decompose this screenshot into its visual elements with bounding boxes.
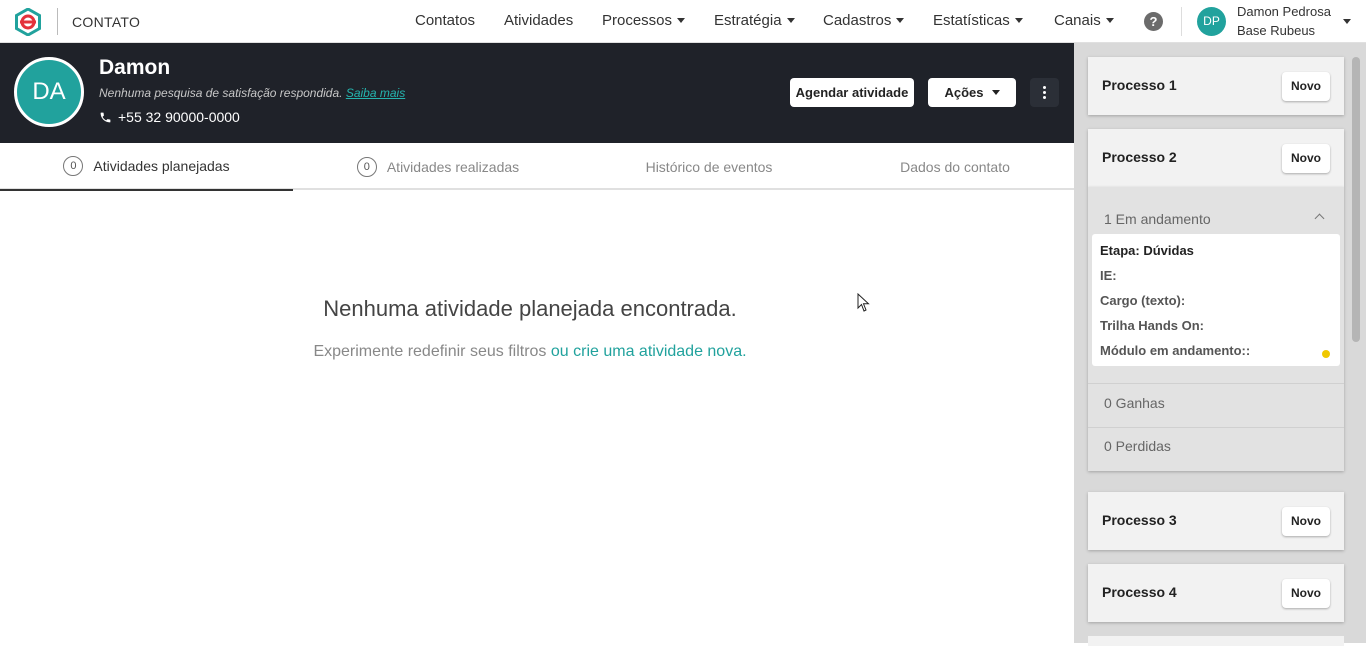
contact-avatar: DA	[14, 57, 84, 127]
phone-icon	[100, 112, 111, 122]
empty-state-subtitle: Experimente redefinir seus filtros ou cr…	[0, 343, 1060, 361]
won-section[interactable]: 0 Ganhas	[1104, 395, 1165, 411]
panel-scrollbar[interactable]	[1352, 57, 1360, 342]
tab-count-badge: 0	[356, 156, 377, 177]
new-process-button[interactable]: Novo	[1282, 579, 1330, 608]
phone-number: +55 32 90000-0000	[118, 109, 240, 125]
deal-field-modulo: Módulo em andamento::	[1100, 343, 1251, 358]
tab-completed-activities[interactable]: 0 Atividades realizadas	[293, 143, 583, 190]
nav-cadastros[interactable]: Cadastros	[823, 12, 905, 29]
tab-label: Dados do contato	[900, 158, 1010, 175]
process-title: Processo 2	[1102, 149, 1177, 165]
deal-stage: Etapa: Dúvidas	[1100, 243, 1194, 258]
user-base[interactable]: Base Rubeus	[1237, 23, 1315, 38]
process-card: Processo 1 Novo	[1088, 57, 1344, 115]
actions-label: Ações	[944, 85, 984, 100]
create-activity-link[interactable]: ou crie uma atividade nova.	[551, 343, 747, 360]
new-process-button[interactable]: Novo	[1282, 507, 1330, 536]
caret-down-icon	[1014, 18, 1023, 23]
user-menu-caret-icon[interactable]	[1343, 19, 1351, 24]
page-title: CONTATO	[72, 14, 141, 30]
lost-section[interactable]: 0 Perdidas	[1104, 438, 1171, 454]
contact-phone: +55 32 90000-0000	[99, 109, 240, 125]
new-process-button[interactable]: Novo	[1282, 72, 1330, 101]
caret-down-icon	[1105, 18, 1114, 23]
process-card: Processo 4 Novo	[1088, 564, 1344, 622]
help-icon[interactable]: ?	[1144, 12, 1163, 31]
tab-label: Atividades realizadas	[386, 158, 520, 175]
app-logo-icon[interactable]	[14, 8, 42, 36]
divider	[1088, 427, 1344, 428]
user-avatar[interactable]: DP	[1197, 7, 1226, 36]
status-dot	[1322, 350, 1330, 358]
contact-name: Damon	[99, 56, 171, 79]
empty-state-title: Nenhuma atividade planejada encontrada.	[323, 296, 737, 321]
process-2-details: 1 Em andamento Etapa: Dúvidas IE: Cargo …	[1088, 187, 1344, 471]
mouse-cursor-icon	[857, 293, 870, 312]
divider	[1088, 383, 1344, 384]
tab-event-history[interactable]: Histórico de eventos	[583, 143, 835, 190]
nav-canais[interactable]: Canais	[1054, 12, 1114, 29]
tab-contact-data[interactable]: Dados do contato	[835, 143, 1075, 190]
survey-learn-more-link[interactable]: Saiba mais	[346, 86, 405, 100]
nav-processos[interactable]: Processos	[602, 12, 686, 29]
deal-card[interactable]: Etapa: Dúvidas IE: Cargo (texto): Trilha…	[1092, 234, 1340, 366]
top-navbar: CONTATO Contatos Atividades Processos Es…	[0, 0, 1366, 43]
process-title: Processo 3	[1102, 512, 1177, 528]
deal-field-ie: IE:	[1100, 268, 1117, 283]
caret-down-icon	[677, 18, 686, 23]
nav-estatisticas[interactable]: Estatísticas	[933, 12, 1023, 29]
tab-label: Histórico de eventos	[645, 158, 773, 175]
nav-atividades[interactable]: Atividades	[504, 12, 573, 29]
contact-tabs: 0 Atividades planejadas 0 Atividades rea…	[0, 143, 1075, 191]
caret-down-icon	[896, 18, 905, 23]
tab-planned-activities[interactable]: 0 Atividades planejadas	[0, 143, 293, 191]
empty-state-text: Experimente redefinir seus filtros	[313, 343, 551, 360]
nav-estrategia[interactable]: Estratégia	[714, 12, 795, 29]
tab-count-badge: 0	[63, 156, 84, 176]
survey-text: Nenhuma pesquisa de satisfação respondid…	[99, 86, 346, 100]
user-name[interactable]: Damon Pedrosa	[1237, 4, 1331, 19]
actions-dropdown-button[interactable]: Ações	[928, 78, 1016, 107]
caret-down-icon	[991, 90, 1000, 95]
deal-field-cargo: Cargo (texto):	[1100, 293, 1186, 308]
deal-field-trilha: Trilha Hands On:	[1100, 318, 1205, 333]
contact-header: DA Damon Nenhuma pesquisa de satisfação …	[0, 43, 1074, 143]
process-title: Processo 4	[1102, 584, 1177, 600]
chevron-up-icon[interactable]	[1314, 213, 1325, 224]
tab-label: Atividades planejadas	[93, 158, 230, 174]
process-card-partial	[1088, 636, 1344, 646]
nav-contatos[interactable]: Contatos	[415, 12, 475, 29]
in-progress-section[interactable]: 1 Em andamento	[1104, 211, 1211, 227]
new-process-button[interactable]: Novo	[1282, 144, 1330, 173]
process-card: Processo 2 Novo	[1088, 129, 1344, 187]
survey-status: Nenhuma pesquisa de satisfação respondid…	[99, 86, 405, 100]
caret-down-icon	[786, 18, 795, 23]
process-title: Processo 1	[1102, 77, 1177, 93]
user-divider	[1181, 7, 1182, 36]
more-options-icon[interactable]	[1030, 78, 1059, 107]
brand-divider	[57, 8, 58, 35]
schedule-activity-button[interactable]: Agendar atividade	[790, 78, 914, 107]
process-card: Processo 3 Novo	[1088, 492, 1344, 550]
